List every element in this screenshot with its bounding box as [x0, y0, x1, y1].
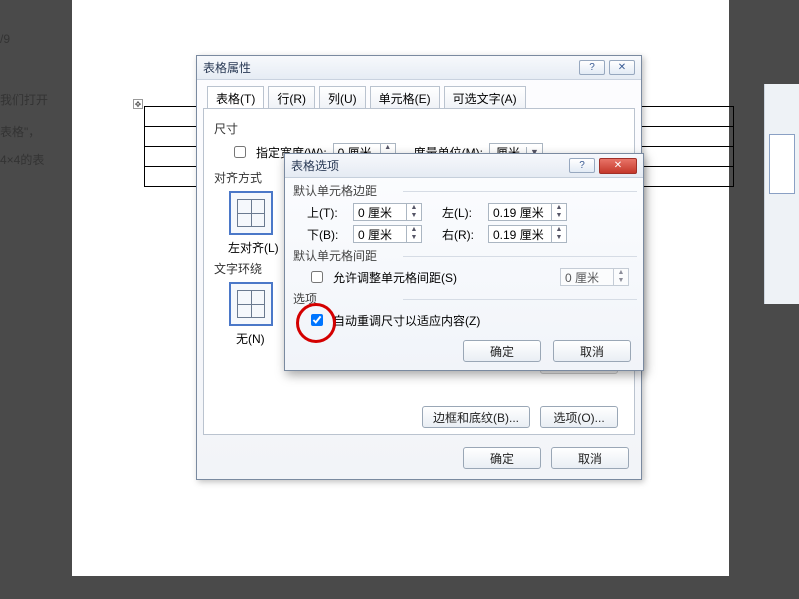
tab-cell[interactable]: 单元格(E)	[370, 86, 440, 110]
spacing-group-label: 默认单元格间距	[293, 247, 643, 264]
spacing-input	[561, 269, 613, 285]
side-panel	[764, 84, 799, 304]
dialog-title: 表格属性	[203, 59, 251, 76]
spin-up-icon: ▲	[614, 269, 628, 277]
spin-down-icon[interactable]: ▼	[407, 234, 421, 242]
spin-down-icon: ▼	[614, 277, 628, 285]
close-icon: ✕	[614, 160, 622, 171]
cancel-button[interactable]: 取消	[553, 340, 631, 362]
spin-down-icon[interactable]: ▼	[552, 212, 566, 220]
bg-text: 4×4的表	[0, 148, 44, 172]
cancel-button[interactable]: 取消	[551, 447, 629, 469]
dialog-title: 表格选项	[291, 157, 339, 174]
left-spinner[interactable]: ▲▼	[488, 203, 567, 221]
options-button[interactable]: 选项(O)...	[540, 406, 618, 428]
auto-resize-checkbox[interactable]	[311, 314, 323, 326]
right-input[interactable]	[489, 226, 551, 242]
spin-up-icon[interactable]: ▲	[552, 204, 566, 212]
specify-width-checkbox[interactable]	[234, 146, 246, 158]
bottom-input[interactable]	[354, 226, 406, 242]
bg-text: /9	[0, 27, 10, 51]
table-panel-buttons: 边框和底纹(B)... 选项(O)...	[422, 406, 618, 428]
size-section-label: 尺寸	[214, 120, 624, 137]
help-icon: ?	[579, 160, 585, 171]
spin-up-icon[interactable]: ▲	[381, 144, 395, 152]
bottom-label: 下(B):	[307, 226, 347, 243]
left-label: 左(L):	[442, 204, 482, 221]
help-button[interactable]: ?	[579, 60, 605, 75]
border-shading-button[interactable]: 边框和底纹(B)...	[422, 406, 530, 428]
top-input[interactable]	[354, 204, 406, 220]
tab-strip: 表格(T) 行(R) 列(U) 单元格(E) 可选文字(A)	[207, 86, 641, 110]
right-label: 右(R):	[442, 226, 482, 243]
margins-group-label: 默认单元格边距	[293, 182, 643, 199]
bg-text: 表格"，	[0, 120, 40, 144]
ok-button[interactable]: 确定	[463, 340, 541, 362]
tab-alt-text[interactable]: 可选文字(A)	[444, 86, 526, 110]
table-options-dialog: 表格选项 ? ✕ 默认单元格边距 上(T): ▲▼ 左(L): ▲▼ 下(B):…	[284, 153, 644, 371]
ok-button[interactable]: 确定	[463, 447, 541, 469]
allow-spacing-checkbox[interactable]	[311, 271, 323, 283]
tab-row[interactable]: 行(R)	[268, 86, 315, 110]
top-label: 上(T):	[307, 204, 347, 221]
page-thumbnail[interactable]	[769, 134, 795, 194]
wrap-none-option[interactable]	[230, 283, 272, 325]
spin-up-icon[interactable]: ▲	[552, 226, 566, 234]
close-button[interactable]: ✕	[609, 60, 635, 75]
top-spinner[interactable]: ▲▼	[353, 203, 422, 221]
spin-up-icon[interactable]: ▲	[407, 204, 421, 212]
tab-column[interactable]: 列(U)	[319, 86, 366, 110]
dialog-titlebar[interactable]: 表格属性 ? ✕	[197, 56, 641, 80]
dialog-footer: 确定 取消	[463, 447, 629, 469]
auto-resize-label: 自动重调尺寸以适应内容(Z)	[333, 312, 480, 329]
left-input[interactable]	[489, 204, 551, 220]
spacing-spinner: ▲▼	[560, 268, 629, 286]
help-icon: ?	[589, 62, 595, 73]
right-spinner[interactable]: ▲▼	[488, 225, 567, 243]
close-button[interactable]: ✕	[599, 158, 637, 174]
help-button[interactable]: ?	[569, 158, 595, 173]
tab-table[interactable]: 表格(T)	[207, 86, 264, 110]
bottom-spinner[interactable]: ▲▼	[353, 225, 422, 243]
spin-up-icon[interactable]: ▲	[407, 226, 421, 234]
dialog-titlebar[interactable]: 表格选项 ? ✕	[285, 154, 643, 178]
spin-down-icon[interactable]: ▼	[407, 212, 421, 220]
spin-down-icon[interactable]: ▼	[552, 234, 566, 242]
table-move-handle-icon[interactable]: ✥	[133, 99, 143, 109]
align-left-option[interactable]	[230, 192, 272, 234]
close-icon: ✕	[618, 62, 626, 73]
options-group-label: 选项	[293, 290, 643, 307]
allow-spacing-label: 允许调整单元格间距(S)	[333, 269, 457, 286]
bg-text: 我们打开	[0, 88, 48, 112]
